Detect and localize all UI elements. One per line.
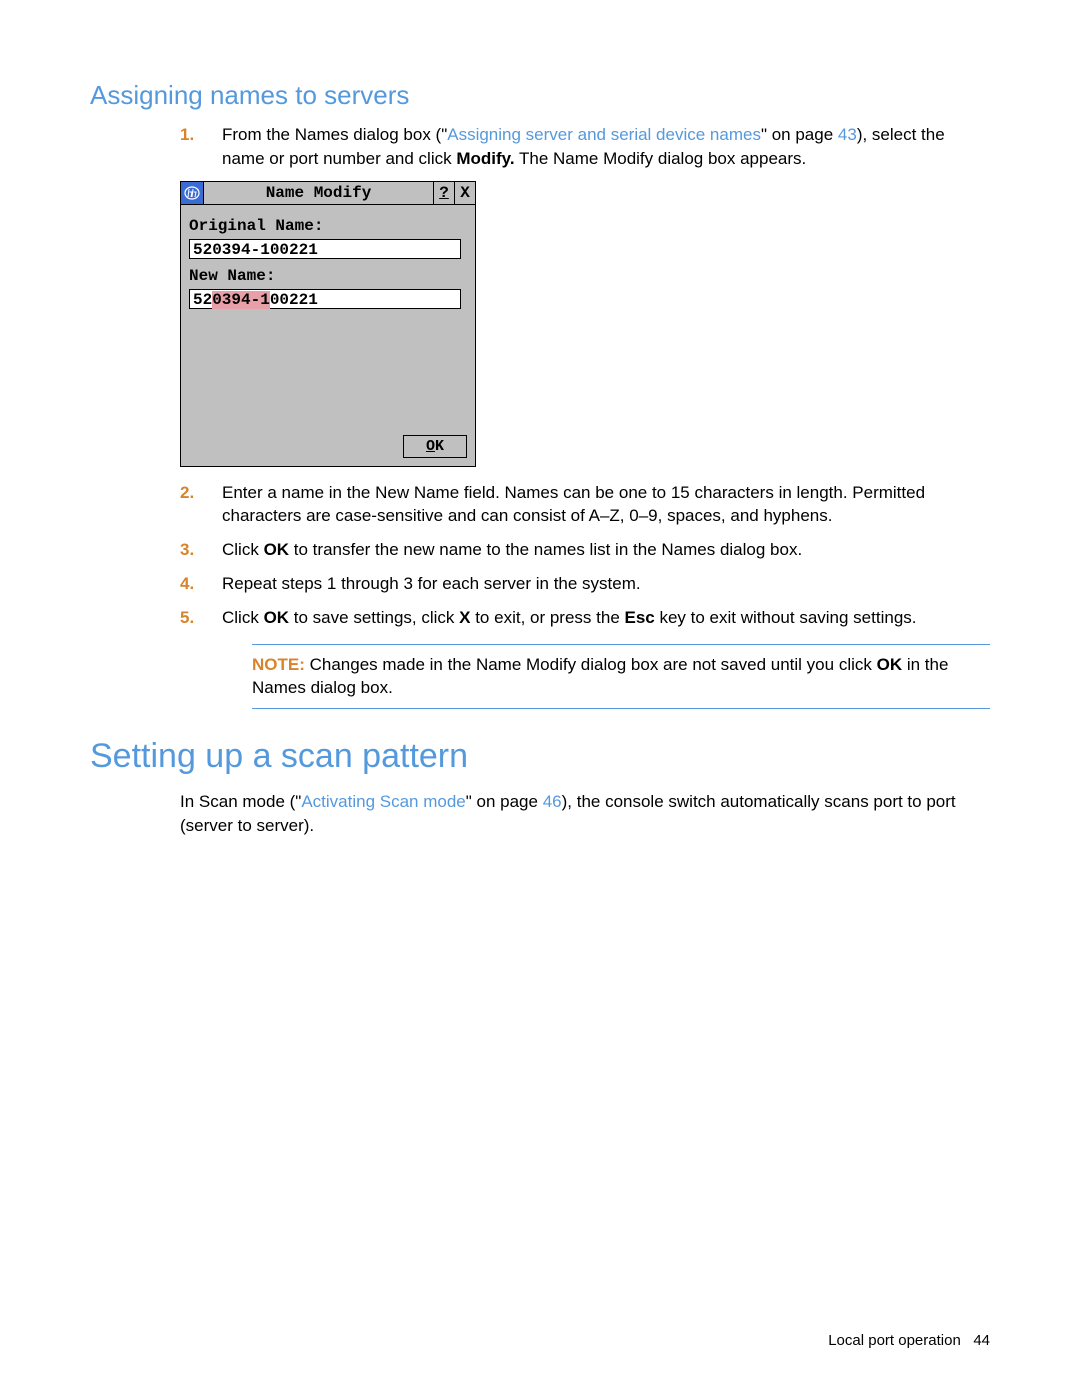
- scan-body: In Scan mode ("Activating Scan mode" on …: [90, 790, 990, 838]
- step-1: From the Names dialog box ("Assigning se…: [180, 123, 990, 171]
- step-2: Enter a name in the New Name field. Name…: [180, 481, 990, 529]
- step1-text-b: " on page: [761, 125, 838, 144]
- name-modify-dialog: Name Modify ? X Original Name: 520394-10…: [180, 181, 476, 467]
- step1-text-a: From the Names dialog box (": [222, 125, 447, 144]
- steps-list-2: Enter a name in the New Name field. Name…: [90, 481, 990, 710]
- new-name-label: New Name:: [189, 267, 467, 285]
- link-page-43[interactable]: 43: [838, 125, 857, 144]
- step5-d: to exit, or press the: [470, 608, 624, 627]
- dialog-footer: OK: [181, 431, 475, 466]
- step5-c: to save settings, click: [289, 608, 459, 627]
- hp-logo-icon: [181, 182, 204, 204]
- original-name-input[interactable]: 520394-100221: [189, 239, 461, 259]
- dialog-title: Name Modify: [204, 182, 433, 204]
- step-3: Click OK to transfer the new name to the…: [180, 538, 990, 562]
- step1-modify: Modify.: [456, 149, 514, 168]
- page-footer: Local port operation 44: [828, 1332, 990, 1349]
- new-name-post: 00221: [270, 291, 318, 309]
- footer-text: Local port operation: [828, 1332, 961, 1349]
- note-label: NOTE:: [252, 655, 305, 674]
- step3-ok: OK: [264, 540, 290, 559]
- dialog-help-button[interactable]: ?: [433, 182, 454, 204]
- step5-ok: OK: [264, 608, 290, 627]
- ok-rest: K: [435, 438, 444, 455]
- step3-a: Click: [222, 540, 264, 559]
- scan-b: " on page: [466, 792, 543, 811]
- new-name-selection: 0394-1: [212, 291, 270, 309]
- dialog-ok-button[interactable]: OK: [403, 435, 467, 458]
- note-box: NOTE: Changes made in the Name Modify di…: [252, 644, 990, 710]
- ok-underline: O: [426, 438, 435, 455]
- heading-scan-pattern: Setting up a scan pattern: [90, 737, 990, 776]
- scan-a: In Scan mode (": [180, 792, 301, 811]
- heading-assigning: Assigning names to servers: [90, 80, 990, 111]
- link-activating-scan[interactable]: Activating Scan mode: [301, 792, 465, 811]
- steps-list-1: From the Names dialog box ("Assigning se…: [90, 123, 990, 171]
- link-page-46[interactable]: 46: [543, 792, 562, 811]
- new-name-pre: 52: [193, 291, 212, 309]
- note-ok: OK: [877, 655, 903, 674]
- new-name-rest: ew Name:: [199, 267, 276, 285]
- step5-a: Click: [222, 608, 264, 627]
- new-name-underline: N: [189, 267, 199, 285]
- step3-b: to transfer the new name to the names li…: [289, 540, 802, 559]
- note-a: Changes made in the Name Modify dialog b…: [305, 655, 877, 674]
- step5-e: key to exit without saving settings.: [655, 608, 917, 627]
- dialog-titlebar: Name Modify ? X: [181, 182, 475, 204]
- step1-text-d: The Name Modify dialog box appears.: [515, 149, 807, 168]
- new-name-input[interactable]: 520394-100221: [189, 289, 461, 309]
- step-5: Click OK to save settings, click X to ex…: [180, 606, 990, 709]
- step5-x: X: [459, 608, 470, 627]
- dialog-close-button[interactable]: X: [454, 182, 475, 204]
- dialog-body: Original Name: 520394-100221 New Name: 5…: [181, 204, 475, 431]
- step-4: Repeat steps 1 through 3 for each server…: [180, 572, 990, 596]
- footer-page: 44: [973, 1332, 990, 1349]
- step5-esc: Esc: [625, 608, 655, 627]
- original-name-label: Original Name:: [189, 217, 467, 235]
- link-assigning-names[interactable]: Assigning server and serial device names: [447, 125, 761, 144]
